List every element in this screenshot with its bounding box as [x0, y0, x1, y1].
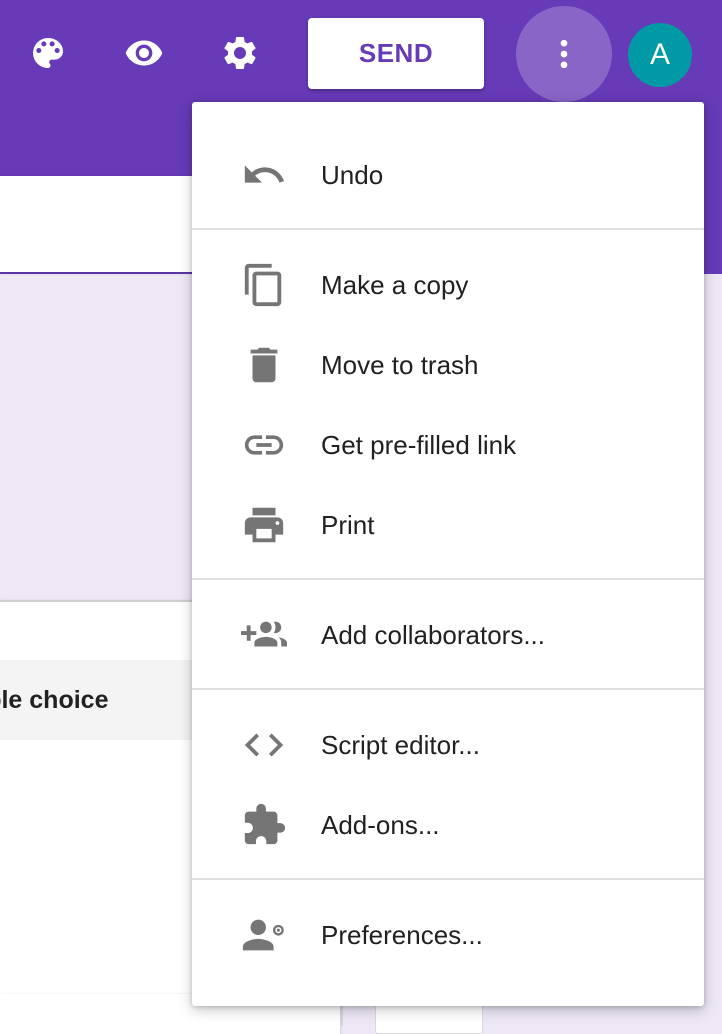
menu-item-undo[interactable]: Undo: [192, 135, 704, 215]
more-vert-icon: [560, 39, 568, 69]
menu-item-label: Add collaborators...: [321, 619, 546, 650]
eye-icon: [125, 40, 163, 66]
account-avatar[interactable]: A: [628, 23, 692, 87]
menu-item-label: Undo: [321, 159, 384, 190]
link-icon: [240, 421, 288, 469]
menu-item-prefilled-link[interactable]: Get pre-filled link: [192, 405, 704, 485]
menu-item-move-to-trash[interactable]: Move to trash: [192, 325, 704, 405]
undo-icon: [240, 151, 288, 199]
preview-button[interactable]: [119, 28, 169, 78]
menu-item-label: Print: [321, 509, 375, 540]
menu-item-label: Script editor...: [321, 729, 480, 760]
send-button[interactable]: SEND: [308, 18, 484, 89]
menu-item-label: Get pre-filled link: [321, 429, 517, 460]
menu-item-label: Preferences...: [321, 919, 483, 950]
menu-divider: [192, 228, 704, 230]
copy-icon: [240, 261, 288, 309]
menu-item-make-copy[interactable]: Make a copy: [192, 245, 704, 325]
menu-item-label: Move to trash: [321, 349, 479, 380]
menu-divider: [192, 578, 704, 580]
menu-item-add-collaborators[interactable]: Add collaborators...: [192, 595, 704, 675]
person-settings-icon: [240, 911, 288, 959]
menu-divider: [192, 878, 704, 880]
settings-button[interactable]: [215, 28, 265, 78]
gear-icon: [224, 36, 256, 69]
puzzle-icon: [240, 801, 288, 849]
menu-item-print[interactable]: Print: [192, 485, 704, 565]
menu-item-label: Make a copy: [321, 269, 469, 300]
code-icon: [240, 721, 288, 769]
print-icon: [240, 501, 288, 549]
more-options-menu: Undo Make a copy Move to trash Get pre-f…: [192, 102, 704, 1006]
customize-theme-button[interactable]: [23, 28, 73, 78]
trash-icon: [240, 341, 288, 389]
menu-divider: [192, 688, 704, 690]
menu-item-preferences[interactable]: Preferences...: [192, 895, 704, 975]
menu-item-script-editor[interactable]: Script editor...: [192, 705, 704, 785]
menu-item-label: Add-ons...: [321, 809, 440, 840]
question-type-label: ltiple choice: [0, 685, 109, 714]
menu-item-add-ons[interactable]: Add-ons...: [192, 785, 704, 865]
more-options-button[interactable]: [516, 6, 612, 102]
add-people-icon: [240, 611, 288, 659]
palette-icon: [33, 38, 63, 68]
